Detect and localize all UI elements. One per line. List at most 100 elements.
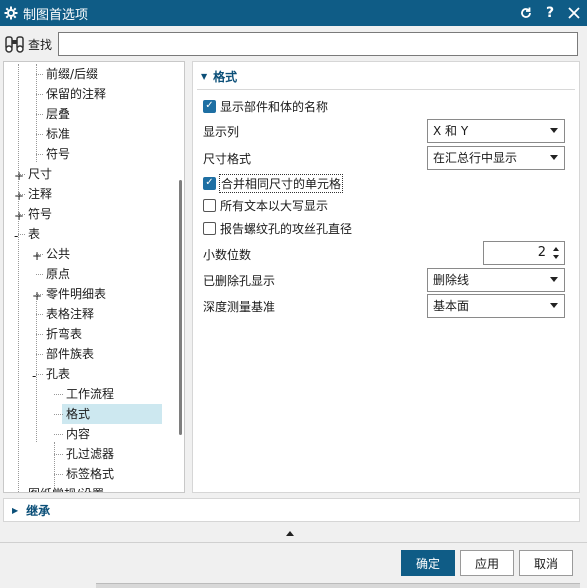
display-column-dropdown[interactable]: X 和 Y bbox=[427, 119, 565, 143]
tree-connector bbox=[36, 374, 43, 375]
tree-connector bbox=[36, 354, 43, 355]
expand-triangle-icon: ▶ bbox=[12, 505, 19, 515]
apply-button[interactable]: 应用 bbox=[460, 550, 514, 576]
search-input[interactable] bbox=[58, 32, 578, 56]
tree-item[interactable]: 符号 bbox=[4, 144, 172, 164]
tree-connector bbox=[36, 94, 43, 95]
expand-icon[interactable]: + bbox=[32, 289, 42, 303]
tree-connector bbox=[36, 334, 43, 335]
tree-item[interactable]: 公共 bbox=[4, 244, 172, 264]
tree-item[interactable]: 标准 bbox=[4, 124, 172, 144]
tree-item[interactable]: 内容 bbox=[4, 424, 172, 444]
tree-connector bbox=[54, 474, 63, 475]
ok-button[interactable]: 确定 bbox=[401, 550, 455, 576]
dropdown-value: 基本面 bbox=[433, 299, 470, 313]
checkbox-checked[interactable]: ✓ bbox=[203, 176, 216, 190]
option-label: 所有文本以大写显示 bbox=[220, 198, 329, 213]
tree-item-label: 标签格式 bbox=[66, 467, 115, 481]
show-part-body-name-option[interactable]: ✓ 显示部件和体的名称 bbox=[203, 97, 328, 115]
option-label: 报告螺纹孔的攻丝孔直径 bbox=[220, 221, 353, 236]
expand-icon[interactable]: + bbox=[32, 249, 42, 263]
tree-item-label: 工作流程 bbox=[66, 387, 115, 401]
expand-icon[interactable]: + bbox=[14, 169, 24, 183]
tree-item[interactable]: 符号 bbox=[4, 204, 172, 224]
help-icon[interactable]: ? bbox=[541, 3, 559, 23]
tree-item[interactable]: 工作流程 bbox=[4, 384, 172, 404]
deleted-hole-display-label: 已删除孔显示 bbox=[203, 274, 276, 288]
tree-item-label: 尺寸 bbox=[28, 167, 53, 181]
tree-item[interactable]: 格式 bbox=[62, 404, 162, 424]
dimension-format-dropdown[interactable]: 在汇总行中显示 bbox=[427, 146, 565, 170]
deleted-hole-display-dropdown[interactable]: 删除线 bbox=[427, 268, 565, 292]
tree-item-label: 表 bbox=[28, 227, 41, 241]
tree-connector bbox=[36, 314, 43, 315]
expand-icon[interactable]: + bbox=[14, 489, 24, 492]
expand-icon[interactable]: + bbox=[14, 189, 24, 203]
checkbox-checked[interactable]: ✓ bbox=[203, 99, 216, 113]
spin-down-icon[interactable] bbox=[553, 255, 559, 259]
tree-item-label: 格式 bbox=[66, 407, 91, 421]
tree-item-label: 前缀/后缀 bbox=[46, 67, 99, 81]
tree-item-label: 标准 bbox=[46, 127, 71, 141]
tree-item[interactable]: 零件明细表 bbox=[4, 284, 172, 304]
tree-item[interactable]: 孔过滤器 bbox=[4, 444, 172, 464]
tree-item-label: 符号 bbox=[46, 147, 71, 161]
tree-item[interactable]: 保留的注释 bbox=[4, 84, 172, 104]
section-title: 格式 bbox=[213, 70, 238, 84]
tree-item[interactable]: 注释 bbox=[4, 184, 172, 204]
preferences-tree[interactable]: 前缀/后缀 保留的注释 层叠 标准 符号 尺寸 + 注释 + 符号 + 表 - 公共 + 原点 零件明细表 + 表格… bbox=[3, 61, 185, 493]
tree-connector bbox=[54, 394, 63, 395]
tree-item-label: 注释 bbox=[28, 187, 53, 201]
chevron-down-icon bbox=[550, 128, 558, 133]
spin-up-icon[interactable] bbox=[553, 247, 559, 251]
reset-icon[interactable] bbox=[517, 3, 535, 23]
merge-cells-option[interactable]: ✓ 合并相同尺寸的单元格 bbox=[203, 173, 344, 193]
tree-connector bbox=[36, 114, 43, 115]
checkbox-unchecked[interactable] bbox=[203, 198, 216, 212]
depth-reference-dropdown[interactable]: 基本面 bbox=[427, 294, 565, 318]
dimension-format-label: 尺寸格式 bbox=[203, 152, 252, 166]
tree-item[interactable]: 表格注释 bbox=[4, 304, 172, 324]
tree-item[interactable]: 标签格式 bbox=[4, 464, 172, 484]
tree-item[interactable]: 表 bbox=[4, 224, 172, 244]
tree-guide-line bbox=[18, 64, 19, 492]
collapse-triangle-icon: ▼ bbox=[201, 72, 208, 81]
report-tap-drill-option[interactable]: 报告螺纹孔的攻丝孔直径 bbox=[203, 219, 352, 237]
search-label: 查找 bbox=[28, 37, 53, 52]
tree-item[interactable]: 孔表 bbox=[4, 364, 172, 384]
tree-item-label: 内容 bbox=[66, 427, 91, 441]
tree-guide-line bbox=[36, 292, 37, 442]
gear-icon bbox=[2, 4, 20, 22]
inherit-section-header[interactable]: ▶ 继承 bbox=[3, 498, 580, 522]
tree-item[interactable]: 部件族表 bbox=[4, 344, 172, 364]
tree-item[interactable]: 尺寸 bbox=[4, 164, 172, 184]
tree-item[interactable]: 前缀/后缀 bbox=[4, 64, 172, 84]
decimal-places-spinner[interactable]: 2 bbox=[483, 241, 565, 265]
tree-connector bbox=[54, 414, 63, 415]
tree-item-label: 公共 bbox=[46, 247, 71, 261]
dropdown-value: X 和 Y bbox=[433, 124, 469, 138]
tree-item-label: 保留的注释 bbox=[46, 87, 107, 101]
tree-scrollbar[interactable] bbox=[179, 180, 182, 435]
tree-item-label: 零件明细表 bbox=[46, 287, 107, 301]
tree-item[interactable]: 层叠 bbox=[4, 104, 172, 124]
checkbox-unchecked[interactable] bbox=[203, 221, 216, 235]
display-column-label: 显示列 bbox=[203, 125, 240, 139]
collapse-panel-arrow-icon[interactable] bbox=[286, 531, 294, 536]
tree-connector bbox=[18, 234, 25, 235]
tree-item-label: 孔表 bbox=[46, 367, 71, 381]
expand-icon[interactable]: + bbox=[14, 209, 24, 223]
tree-item[interactable]: 图纸常规/设置 bbox=[4, 484, 172, 492]
dropdown-value: 删除线 bbox=[433, 273, 470, 287]
close-icon[interactable] bbox=[565, 3, 583, 23]
section-header-format[interactable]: ▼ 格式 bbox=[201, 68, 237, 85]
settings-panel: ▼ 格式 ✓ 显示部件和体的名称 显示列 X 和 Y 尺寸格式 在汇总行中显示 … bbox=[192, 61, 580, 493]
tree-item[interactable]: 原点 bbox=[4, 264, 172, 284]
cancel-button[interactable]: 取消 bbox=[519, 550, 573, 576]
tree-connector bbox=[54, 434, 63, 435]
tree-item-label: 孔过滤器 bbox=[66, 447, 115, 461]
tree-connector bbox=[36, 154, 43, 155]
uppercase-text-option[interactable]: 所有文本以大写显示 bbox=[203, 196, 328, 214]
divider bbox=[0, 542, 587, 543]
tree-item[interactable]: 折弯表 bbox=[4, 324, 172, 344]
